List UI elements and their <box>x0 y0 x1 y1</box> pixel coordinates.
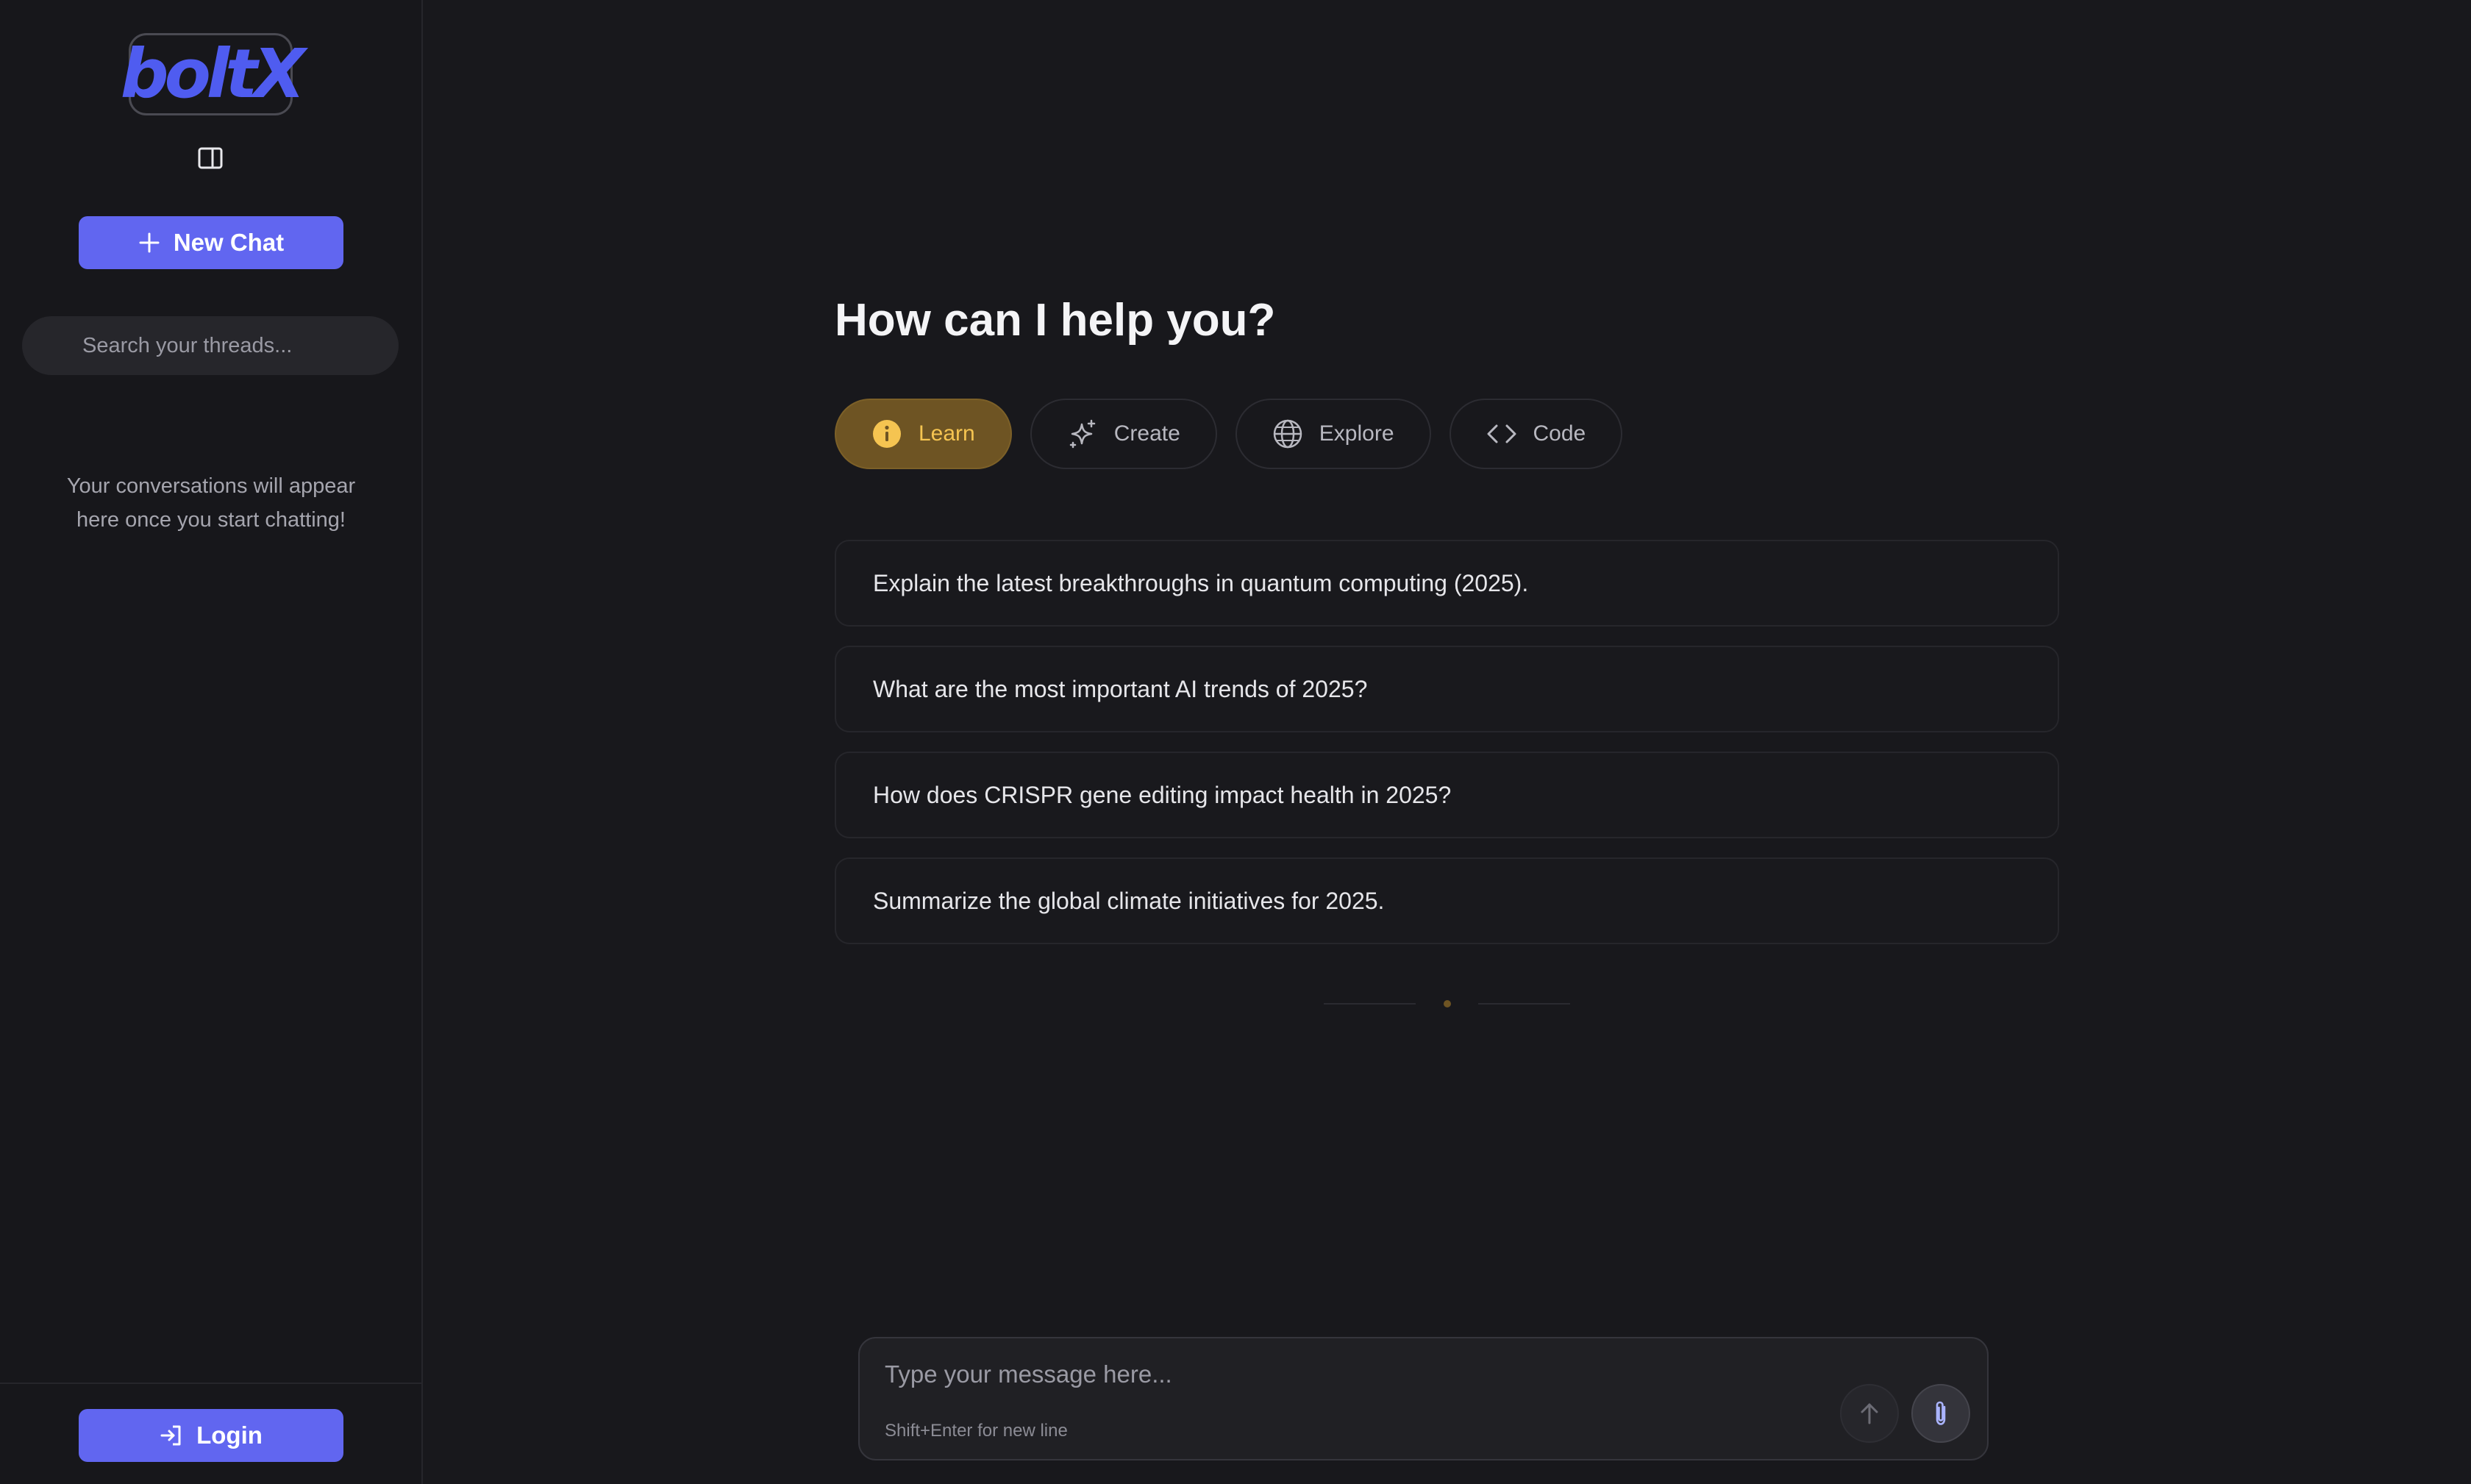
info-circle-icon <box>871 418 902 449</box>
logo-text: boltX <box>120 35 306 113</box>
suggestion-list: Explain the latest breakthroughs in quan… <box>835 540 2059 944</box>
tab-create[interactable]: Create <box>1030 399 1217 469</box>
login-icon <box>160 1425 181 1446</box>
tab-code[interactable]: Code <box>1449 399 1623 469</box>
empty-conversations-message: Your conversations will appear here once… <box>66 474 356 532</box>
tab-learn[interactable]: Learn <box>835 399 1012 469</box>
category-tabs: Learn Create Explore Code <box>835 399 1623 469</box>
attach-button[interactable] <box>1911 1384 1970 1443</box>
new-chat-button[interactable]: New Chat <box>79 216 343 269</box>
divider-line <box>1324 1003 1416 1005</box>
logo[interactable]: boltX <box>121 33 305 115</box>
suggestion-item[interactable]: Summarize the global climate initiatives… <box>835 857 2059 944</box>
login-button[interactable]: Login <box>79 1409 343 1462</box>
tab-label: Code <box>1533 421 1586 446</box>
section-divider <box>1324 1000 1570 1007</box>
arrow-up-icon <box>1861 1403 1878 1424</box>
suggestion-item[interactable]: Explain the latest breakthroughs in quan… <box>835 540 2059 627</box>
page-title: How can I help you? <box>835 295 1276 346</box>
sidebar-toggle-button[interactable] <box>188 140 233 176</box>
composer-hint: Shift+Enter for new line <box>885 1421 1068 1441</box>
sidebar: boltX New Chat Your conversations will a… <box>0 0 423 1484</box>
tab-label: Learn <box>919 421 975 446</box>
plus-icon <box>139 232 160 253</box>
sparkles-icon <box>1067 418 1098 449</box>
divider-line <box>1478 1003 1570 1005</box>
globe-icon <box>1272 418 1303 449</box>
divider-dot <box>1443 1000 1451 1007</box>
message-composer: Shift+Enter for new line <box>858 1337 1989 1460</box>
thread-search <box>22 316 399 375</box>
tab-label: Create <box>1113 421 1180 446</box>
thread-search-input[interactable] <box>82 333 391 358</box>
paperclip-icon <box>1936 1401 1946 1425</box>
app-root: boltX New Chat Your conversations will a… <box>0 0 2471 1484</box>
code-icon <box>1486 418 1517 449</box>
send-button[interactable] <box>1840 1384 1899 1443</box>
new-chat-label: New Chat <box>173 229 285 256</box>
message-input[interactable] <box>885 1360 1767 1388</box>
tab-explore[interactable]: Explore <box>1235 399 1431 469</box>
sidebar-footer: Login <box>0 1383 423 1484</box>
login-label: Login <box>196 1421 263 1449</box>
suggestion-item[interactable]: How does CRISPR gene editing impact heal… <box>835 752 2059 838</box>
tab-label: Explore <box>1319 421 1394 446</box>
panel-toggle-icon <box>198 147 223 169</box>
suggestion-item[interactable]: What are the most important AI trends of… <box>835 646 2059 732</box>
